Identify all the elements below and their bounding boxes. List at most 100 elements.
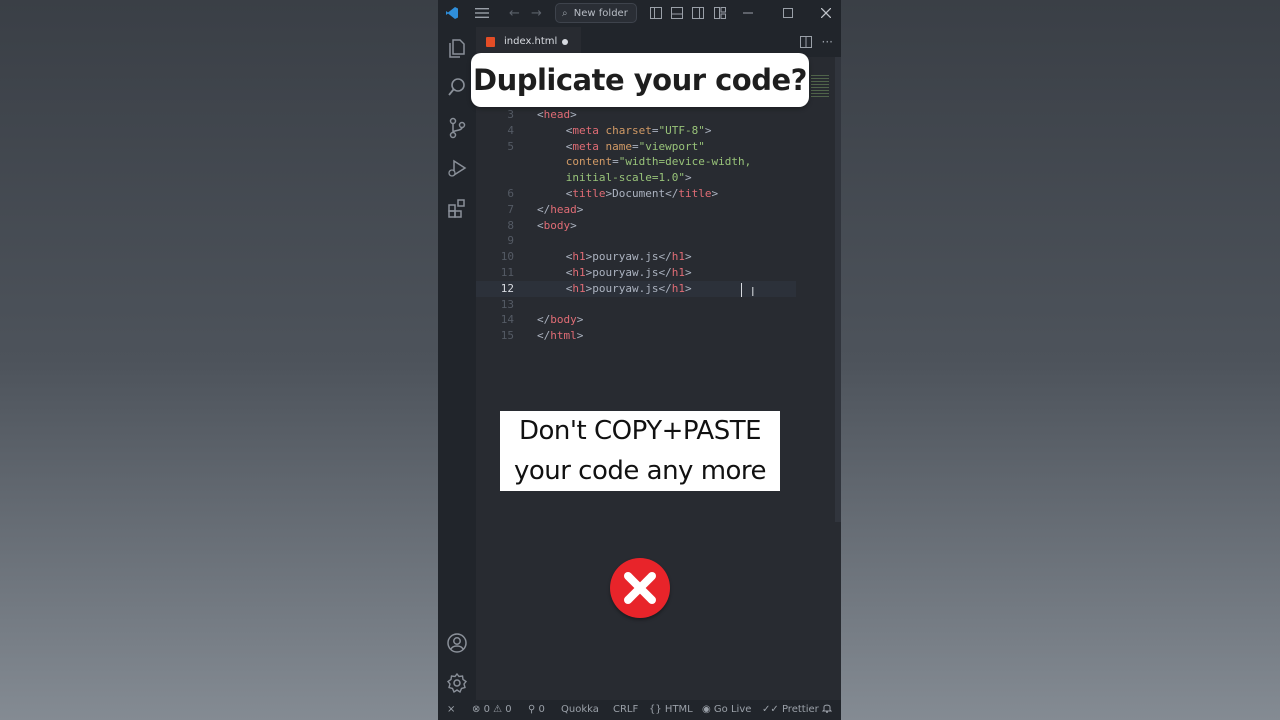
- minimize-icon[interactable]: [743, 0, 753, 28]
- code-token: "UTF-8": [658, 123, 705, 137]
- toggle-panel-icon[interactable]: [671, 0, 683, 29]
- settings-gear-icon[interactable]: [446, 672, 468, 694]
- line-number: 5: [507, 139, 514, 153]
- code-line[interactable]: 5 <meta name="viewport": [476, 139, 796, 155]
- explorer-files-icon[interactable]: [446, 37, 468, 59]
- maximize-icon[interactable]: [783, 0, 793, 28]
- line-number: 7: [507, 202, 514, 216]
- language-mode[interactable]: {} HTML: [649, 700, 693, 720]
- braces-icon: {}: [649, 704, 662, 715]
- vscode-logo-icon: [445, 0, 459, 30]
- code-text: <title>Document</title>: [566, 186, 718, 202]
- code-line[interactable]: 13: [476, 297, 796, 313]
- notifications-bell-icon[interactable]: [821, 700, 833, 720]
- extensions-icon[interactable]: [446, 197, 468, 219]
- close-icon[interactable]: [820, 0, 832, 28]
- code-text: </html>: [537, 328, 583, 344]
- line-number: 3: [507, 108, 514, 121]
- code-token: >: [576, 329, 584, 343]
- code-text: content="width=device-width,: [566, 154, 751, 170]
- code-text: <meta charset="UTF-8">: [566, 123, 712, 139]
- code-token: initial-scale=1.0": [565, 171, 686, 185]
- split-editor-icon[interactable]: [799, 35, 816, 49]
- remote-indicator-icon[interactable]: ⨯: [447, 700, 455, 720]
- code-token: >: [570, 108, 577, 121]
- customize-layout-icon[interactable]: [714, 0, 726, 29]
- caption-line-1: Don't COPY+PASTE: [518, 416, 762, 446]
- code-token: =: [612, 155, 619, 169]
- command-center-search[interactable]: ⌕ New folder: [555, 3, 637, 23]
- code-line[interactable]: 3 <head>: [476, 107, 796, 123]
- error-icon: ⊗: [472, 704, 481, 715]
- line-number: 10: [500, 250, 514, 264]
- run-and-debug-icon[interactable]: [446, 157, 468, 179]
- go-live-button[interactable]: ◉ Go Live: [702, 700, 751, 720]
- code-token: >: [685, 281, 692, 295]
- code-line[interactable]: 15 </html>: [476, 328, 796, 344]
- red-x-mark-icon: [610, 558, 670, 618]
- ports-indicator[interactable]: ⚲ 0: [528, 700, 545, 720]
- back-arrow-icon[interactable]: ←: [509, 0, 520, 27]
- code-line[interactable]: 10 <h1>pouryaw.js</h1>: [476, 249, 796, 265]
- code-line[interactable]: content="width=device-width,: [476, 154, 796, 170]
- code-token: pouryaw.js: [592, 266, 659, 279]
- broadcast-icon: ◉: [702, 704, 711, 715]
- code-token: h1: [671, 250, 686, 264]
- unsaved-changes-dot-icon[interactable]: [562, 39, 568, 45]
- code-token: meta: [572, 139, 606, 153]
- video-background-right: [841, 0, 1280, 720]
- video-caption-overlay: Don't COPY+PASTE your code any more: [500, 411, 780, 491]
- code-line[interactable]: 11 <h1>pouryaw.js</h1>: [476, 265, 796, 281]
- code-token: </: [658, 250, 672, 264]
- code-token: >: [711, 187, 719, 200]
- problems-indicator[interactable]: ⊗ 0 ⚠ 0: [472, 700, 512, 720]
- code-line[interactable]: 6 <title>Document</title>: [476, 186, 796, 202]
- more-actions-icon[interactable]: ···: [822, 35, 833, 49]
- code-line[interactable]: 9: [476, 233, 796, 249]
- line-number: 4: [507, 123, 514, 137]
- quokka-status[interactable]: Quokka: [561, 700, 599, 720]
- hamburger-menu-icon[interactable]: [475, 0, 489, 28]
- prettier-status[interactable]: ✓✓ Prettier: [762, 700, 819, 720]
- source-control-icon[interactable]: [446, 117, 468, 139]
- toggle-secondary-sidebar-icon[interactable]: [692, 0, 704, 29]
- code-token: >: [570, 218, 577, 232]
- code-token: </: [537, 329, 551, 343]
- line-number: 14: [500, 313, 514, 327]
- code-text: <body>: [537, 218, 577, 234]
- code-token: >: [685, 266, 692, 279]
- code-token: "viewport": [638, 139, 705, 153]
- code-line[interactable]: 14 </body>: [476, 312, 796, 328]
- code-token: title: [678, 187, 712, 200]
- code-token: =: [632, 139, 639, 153]
- minimap[interactable]: [811, 75, 829, 97]
- code-token: Document: [612, 187, 666, 200]
- code-token: =: [651, 123, 659, 137]
- accounts-icon[interactable]: [446, 632, 468, 654]
- line-number: 6: [507, 187, 514, 200]
- editor-scrollbar[interactable]: [835, 57, 841, 522]
- line-number: 9: [507, 234, 514, 248]
- code-line[interactable]: 7 </head>: [476, 202, 796, 218]
- code-token: body: [543, 218, 571, 232]
- code-text: </head>: [537, 202, 583, 218]
- html5-file-icon: [486, 37, 495, 47]
- search-icon[interactable]: [446, 77, 468, 99]
- toggle-primary-sidebar-icon[interactable]: [650, 0, 662, 29]
- code-token: </: [658, 266, 672, 279]
- code-text: </body>: [537, 312, 583, 328]
- language-label: HTML: [664, 704, 693, 715]
- forward-arrow-icon[interactable]: →: [531, 0, 542, 27]
- text-cursor: [741, 283, 742, 297]
- code-line[interactable]: initial-scale=1.0">: [476, 170, 796, 186]
- end-of-line-status[interactable]: CRLF: [613, 700, 638, 720]
- code-token: </: [537, 202, 551, 216]
- ports-count: 0: [538, 704, 545, 715]
- line-number: 8: [507, 218, 514, 232]
- code-token: "width=device-width,: [618, 155, 752, 169]
- code-line[interactable]: 12 <h1>pouryaw.js</h1>: [476, 280, 796, 297]
- code-token: head: [543, 108, 571, 121]
- warning-count: 0: [505, 704, 512, 715]
- code-line[interactable]: 8 <body>: [476, 218, 796, 234]
- code-line[interactable]: 4 <meta charset="UTF-8">: [476, 123, 796, 139]
